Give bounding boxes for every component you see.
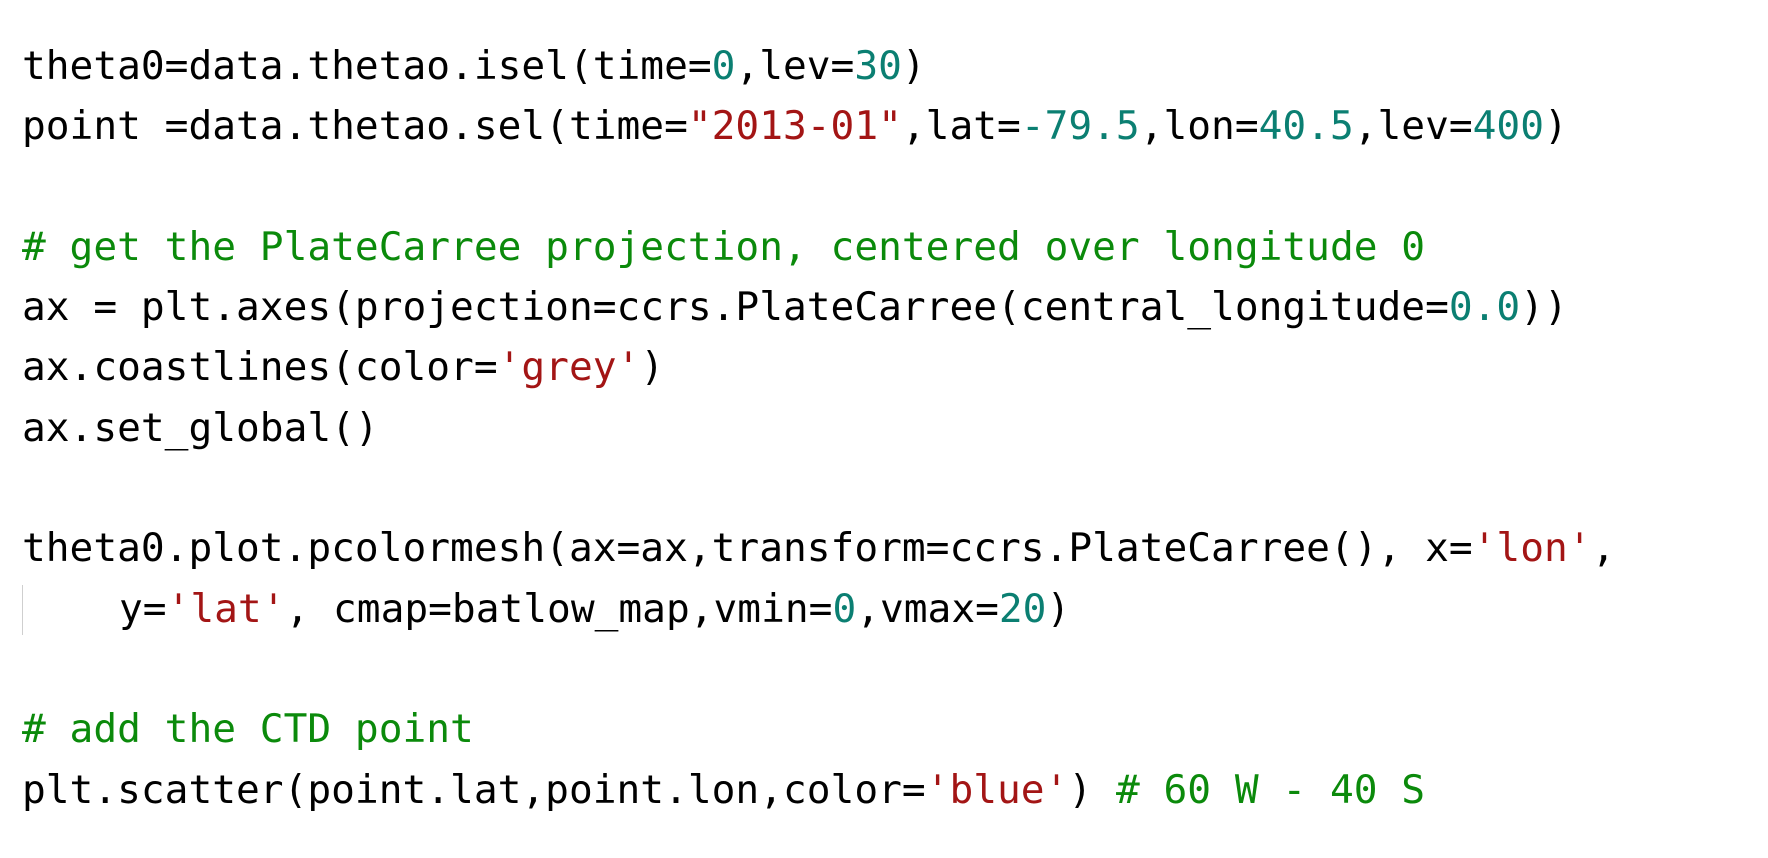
code-token: ,lev= [1353,103,1473,150]
code-token: ,vmax= [856,585,999,632]
code-token: ) [1544,103,1568,150]
number-literal: 30 [854,43,902,89]
code-line: ax.coastlines(color='grey') [22,337,1748,397]
code-token: ) [640,344,665,391]
code-line-continuation: y='lat', cmap=batlow_map,vmin=0,vmax=20) [22,579,1748,639]
number-literal: 0 [832,585,857,632]
code-token: )) [1520,284,1568,331]
code-token: , [1591,525,1616,572]
string-literal: "2013-01" [687,103,902,150]
code-token: y= [119,585,167,632]
code-token: ax.coastlines(color= [22,344,498,391]
code-line: ax = plt.axes(projection=ccrs.PlateCarre… [22,277,1748,337]
string-literal: 'blue' [925,766,1069,813]
code-line: # get the PlateCarree projection, center… [22,217,1748,277]
code-token: plt.scatter(point.lat,point.lon,color= [22,766,926,813]
string-literal: 'lat' [166,585,286,632]
string-literal: 'grey' [497,344,641,391]
code-token: point =data.thetao.sel(time= [22,103,688,150]
code-token: ) [1046,585,1071,632]
code-token: ,lon= [1139,103,1259,150]
code-line: ax.set_global() [22,398,1748,458]
code-cell[interactable]: theta0=data.thetao.isel(time=0,lev=30) po… [22,36,1748,820]
number-literal: 0.0 [1448,284,1521,331]
code-line: point =data.thetao.sel(time="2013-01",la… [22,96,1748,156]
line-wrap-indicator [22,584,23,635]
code-token: ,lev= [735,43,855,89]
code-token: ) [901,43,926,89]
code-line: plt.scatter(point.lat,point.lon,color='b… [22,760,1748,820]
code-token: theta0.plot.pcolormesh(ax=ax,transform=c… [22,525,1473,572]
number-literal: 0 [711,43,736,89]
code-comment: # get the PlateCarree projection, center… [22,223,1426,270]
number-literal: -79.5 [1020,103,1140,150]
number-literal: 400 [1472,103,1544,150]
code-token: ax = plt.axes(projection=ccrs.PlateCarre… [22,284,1449,331]
string-literal: 'lon' [1472,525,1592,572]
code-token: ) [1068,766,1116,813]
code-token: ,lat= [901,103,1021,150]
number-literal: 40.5 [1258,103,1354,150]
code-token: ax.set_global() [22,404,379,451]
code-comment: # 60 W - 40 S [1115,766,1426,813]
number-literal: 20 [998,585,1047,632]
code-comment: # add the CTD point [22,706,474,753]
code-line: theta0.plot.pcolormesh(ax=ax,transform=c… [22,518,1748,578]
code-token: , cmap=batlow_map,vmin= [285,585,833,632]
code-line: # add the CTD point [22,699,1748,759]
code-line: theta0=data.thetao.isel(time=0,lev=30) [22,36,1748,96]
code-token: theta0=data.thetao.isel(time= [22,43,712,89]
